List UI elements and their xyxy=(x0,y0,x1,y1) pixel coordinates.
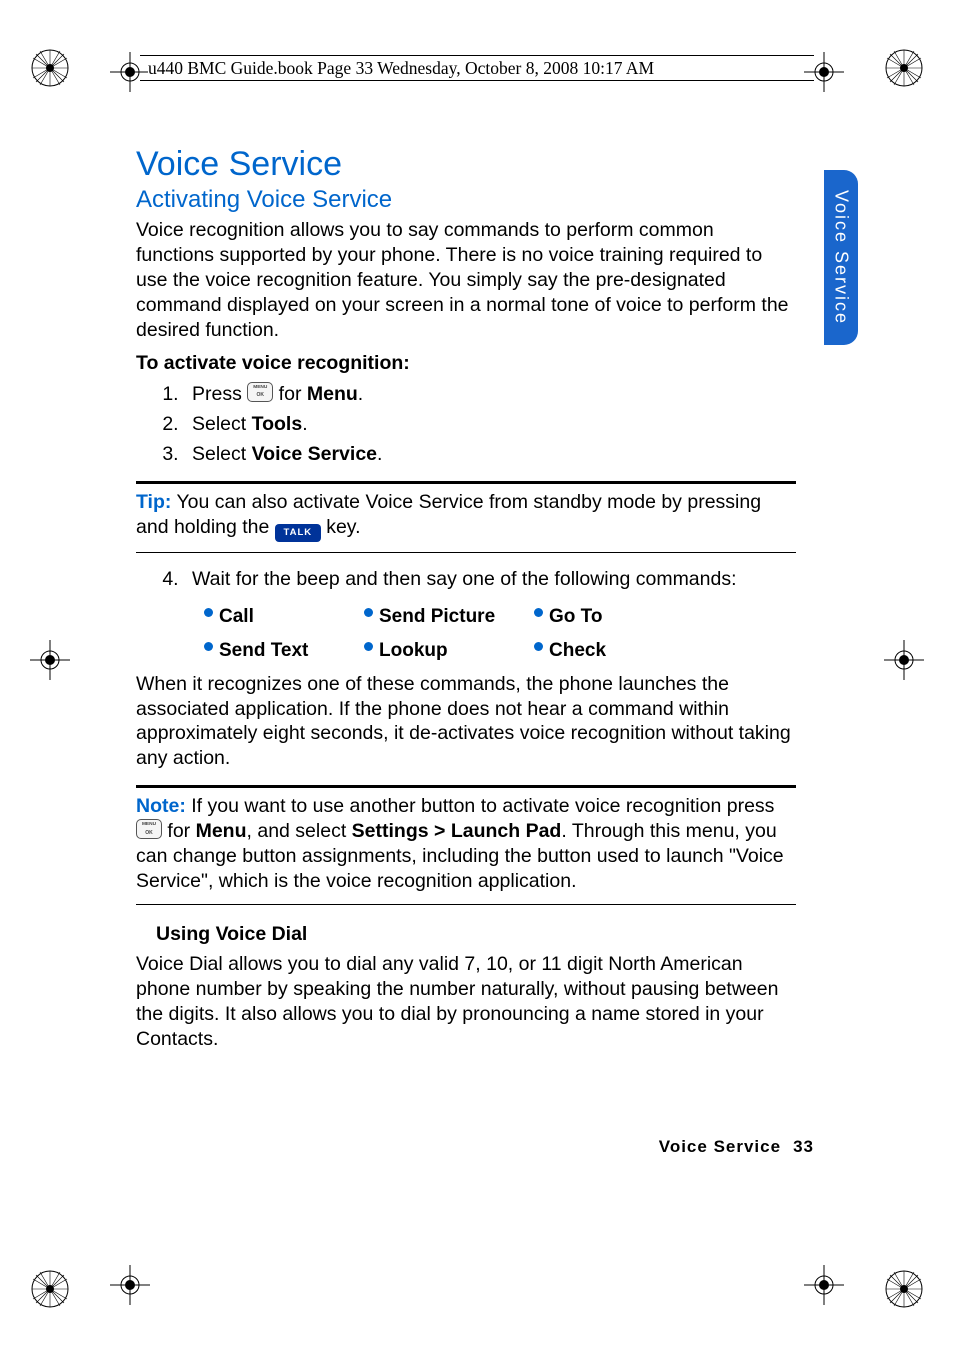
page-title: Voice Service xyxy=(136,145,796,184)
step-3: Select Voice Service. xyxy=(184,442,796,467)
crosshair-icon xyxy=(110,1265,150,1305)
cmd-go-to: Go To xyxy=(534,606,674,628)
divider xyxy=(136,904,796,905)
voice-dial-paragraph: Voice Dial allows you to dial any valid … xyxy=(136,952,796,1052)
registration-mark-icon xyxy=(30,48,70,88)
cmd-lookup: Lookup xyxy=(364,640,534,662)
registration-mark-icon xyxy=(884,48,924,88)
crosshair-icon xyxy=(30,640,70,680)
cmd-send-picture: Send Picture xyxy=(364,606,534,628)
bullet-icon xyxy=(364,608,373,617)
menu-ok-key-icon xyxy=(136,819,162,839)
bullet-icon xyxy=(204,608,213,617)
step-4: Wait for the beep and then say one of th… xyxy=(184,567,796,592)
page-number: 33 xyxy=(793,1137,814,1156)
bullet-icon xyxy=(204,642,213,651)
cmd-call: Call xyxy=(204,606,364,628)
bullet-icon xyxy=(364,642,373,651)
crosshair-icon xyxy=(804,1265,844,1305)
tip-block: Tip: You can also activate Voice Service… xyxy=(136,490,796,542)
footer-section-label: Voice Service xyxy=(659,1137,781,1156)
steps-list-cont: Wait for the beep and then say one of th… xyxy=(184,567,796,592)
talk-key-icon: TALK xyxy=(275,524,321,542)
registration-mark-icon xyxy=(30,1269,70,1309)
instruction-heading: To activate voice recognition: xyxy=(136,351,796,376)
menu-ok-key-icon xyxy=(247,382,273,402)
bullet-icon xyxy=(534,642,543,651)
print-header: u440 BMC Guide.book Page 33 Wednesday, O… xyxy=(140,55,814,81)
page-footer: Voice Service 33 xyxy=(659,1137,814,1157)
steps-list: Press for Menu. Select Tools. Select Voi… xyxy=(184,382,796,467)
step-2: Select Tools. xyxy=(184,412,796,437)
divider xyxy=(136,785,796,788)
page-content: Voice Service Activating Voice Service V… xyxy=(136,145,796,1054)
crosshair-icon xyxy=(884,640,924,680)
tip-label: Tip: xyxy=(136,491,171,513)
intro-paragraph: Voice recognition allows you to say comm… xyxy=(136,218,796,343)
section-heading: Activating Voice Service xyxy=(136,186,796,214)
registration-mark-icon xyxy=(884,1269,924,1309)
note-block: Note: If you want to use another button … xyxy=(136,794,796,894)
after-commands-paragraph: When it recognizes one of these commands… xyxy=(136,672,796,772)
bullet-icon xyxy=(534,608,543,617)
step-1: Press for Menu. xyxy=(184,382,796,407)
cmd-send-text: Send Text xyxy=(204,640,364,662)
chapter-tab: Voice Service xyxy=(824,170,858,345)
divider xyxy=(136,481,796,484)
cmd-check: Check xyxy=(534,640,674,662)
print-header-text: u440 BMC Guide.book Page 33 Wednesday, O… xyxy=(148,58,654,79)
note-label: Note: xyxy=(136,795,186,817)
divider xyxy=(136,552,796,553)
subsection-heading: Using Voice Dial xyxy=(156,923,796,946)
voice-commands: Call Send Picture Go To Send Text Lookup… xyxy=(204,606,796,662)
